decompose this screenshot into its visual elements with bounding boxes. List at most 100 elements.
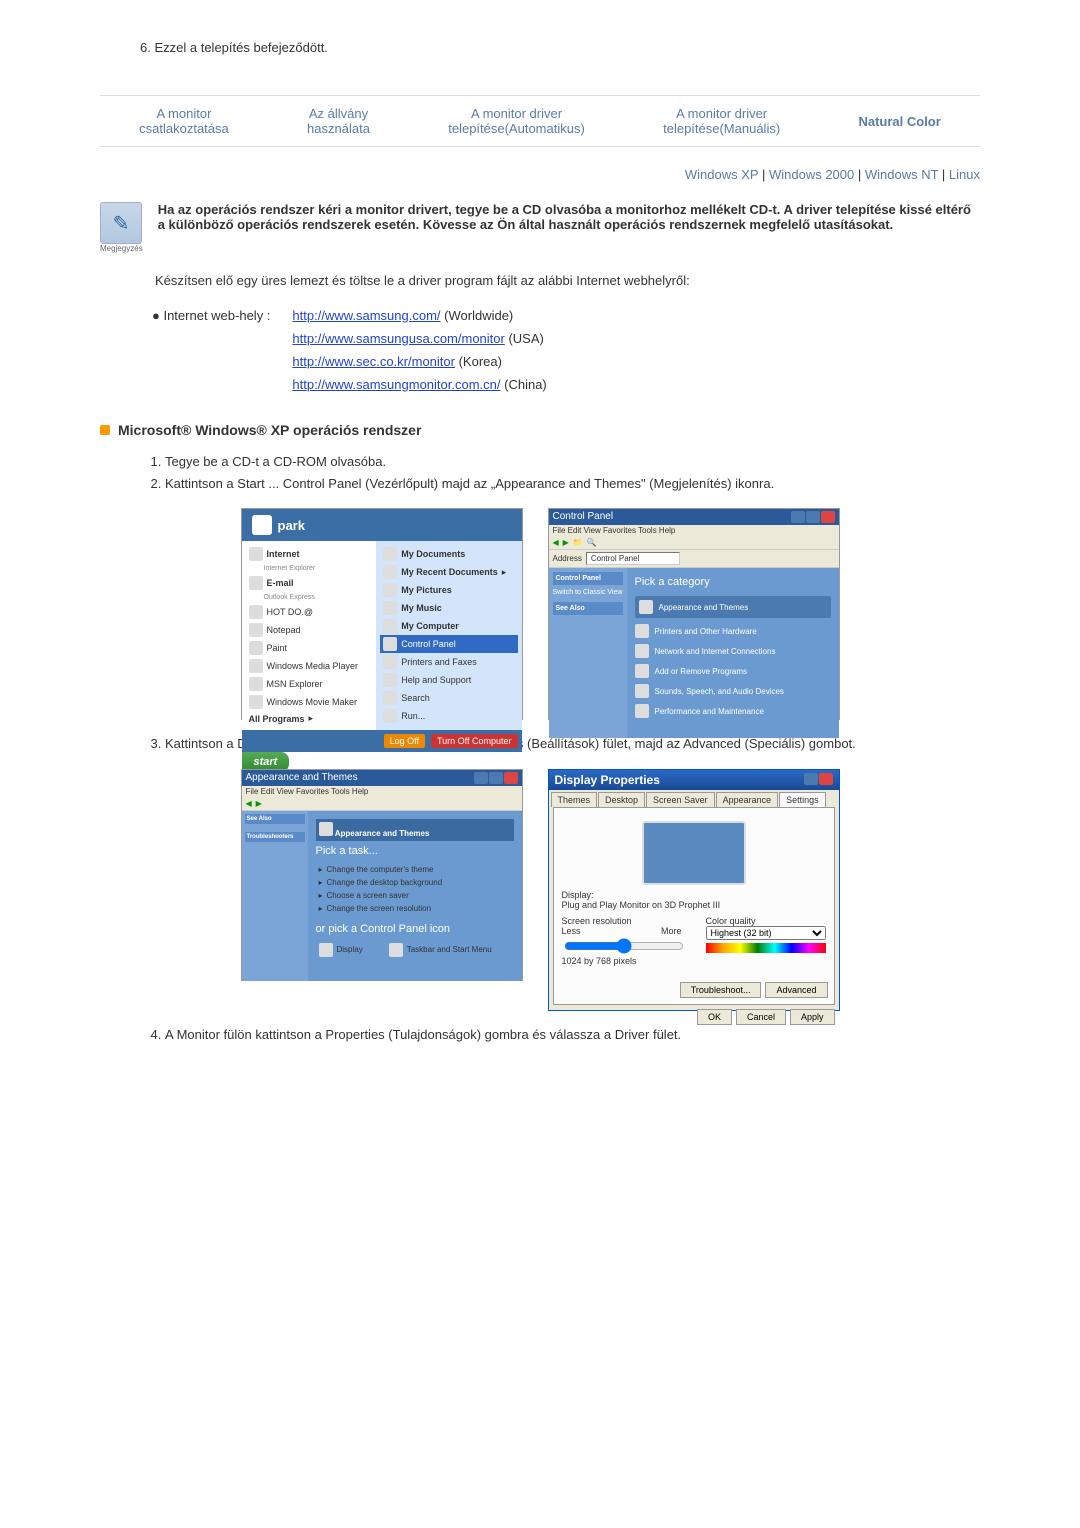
dp-tab-desktop[interactable]: Desktop — [598, 792, 645, 807]
ap-task-ss[interactable]: ▸ Choose a screen saver — [316, 889, 514, 902]
ap-display-icon[interactable]: Display — [316, 941, 366, 959]
cp-sidebar: Control Panel Switch to Classic View See… — [549, 568, 627, 738]
net-icon — [635, 644, 649, 658]
min-icon[interactable] — [474, 772, 488, 784]
link-windows-xp[interactable]: Windows XP — [685, 167, 758, 182]
troubleshoot-button[interactable]: Troubleshoot... — [680, 982, 762, 998]
info-text: Ha az operációs rendszer kéri a monitor … — [158, 202, 980, 232]
back-icon[interactable]: ◀ — [553, 538, 559, 547]
sm-item-paint[interactable]: Paint — [246, 639, 373, 657]
cp-category-label: Pick a category — [635, 576, 831, 588]
link-windows-2000[interactable]: Windows 2000 — [769, 167, 854, 182]
resolution-slider[interactable] — [564, 938, 684, 954]
step-num: 6. — [140, 40, 151, 55]
ap-task-res[interactable]: ▸ Change the screen resolution — [316, 902, 514, 915]
sm-item-email[interactable]: E-mail — [246, 574, 373, 592]
max-icon[interactable] — [806, 511, 820, 523]
link-samsung-korea[interactable]: http://www.sec.co.kr/monitor — [292, 354, 455, 369]
search-tb-icon[interactable]: 🔍 — [587, 538, 597, 547]
link-samsung-world[interactable]: http://www.samsung.com/ — [292, 308, 440, 323]
info-box: ✎ Megjegyzés Ha az operációs rendszer ké… — [100, 202, 980, 253]
close-icon[interactable] — [504, 772, 518, 784]
sm-item-msn[interactable]: MSN Explorer — [246, 675, 373, 693]
sm-item-printers[interactable]: Printers and Faxes — [380, 653, 517, 671]
sm-item-pictures[interactable]: My Pictures — [380, 581, 517, 599]
cp-main: Pick a category Appearance and Themes Pr… — [627, 568, 839, 738]
link-samsung-usa[interactable]: http://www.samsungusa.com/monitor — [292, 331, 504, 346]
link-linux[interactable]: Linux — [949, 167, 980, 182]
dp-tab-themes[interactable]: Themes — [551, 792, 598, 807]
tab-connect-monitor[interactable]: A monitorcsatlakoztatása — [139, 106, 229, 136]
sm-item-run[interactable]: Run... — [380, 707, 517, 725]
ok-button[interactable]: OK — [697, 1009, 732, 1025]
step-2: Kattintson a Start ... Control Panel (Ve… — [165, 475, 980, 493]
sound-icon — [635, 684, 649, 698]
max-icon[interactable] — [489, 772, 503, 784]
sm-item-music[interactable]: My Music — [380, 599, 517, 617]
close-icon[interactable] — [821, 511, 835, 523]
sm-item-notepad[interactable]: Notepad — [246, 621, 373, 639]
start-menu-screenshot: park Internet Internet Explorer E-mail O… — [241, 508, 523, 720]
section-title: Microsoft® Windows® XP operációs rendsze… — [118, 422, 421, 438]
turnoff-button[interactable]: Turn Off Computer — [431, 734, 518, 748]
ap-title-text: Appearance and Themes — [246, 772, 358, 784]
cp-switch-classic[interactable]: Switch to Classic View — [553, 589, 623, 596]
sm-item-allprograms[interactable]: All Programs ▸ — [246, 711, 373, 726]
note-icon: ✎ — [100, 202, 142, 244]
tab-natural-color[interactable]: Natural Color — [858, 114, 940, 129]
sm-item-hotdo[interactable]: HOT DO.@ — [246, 603, 373, 621]
tab-stand[interactable]: Az állványhasználata — [307, 106, 370, 136]
cp-printers[interactable]: Printers and Other Hardware — [635, 624, 831, 638]
cp-sounds[interactable]: Sounds, Speech, and Audio Devices — [635, 684, 831, 698]
close-icon[interactable] — [819, 773, 833, 785]
forward-icon[interactable]: ▶ — [563, 538, 569, 547]
sm-item-mydocs[interactable]: My Documents — [380, 545, 517, 563]
sm-footer: Log Off Turn Off Computer — [242, 730, 522, 752]
color-quality-select[interactable]: Highest (32 bit) — [706, 926, 826, 940]
display-icon — [319, 943, 333, 957]
cp-performance[interactable]: Performance and Maintenance — [635, 704, 831, 718]
ap-task-theme[interactable]: ▸ Change the computer's theme — [316, 863, 514, 876]
sm-item-internet[interactable]: Internet — [246, 545, 373, 563]
logoff-button[interactable]: Log Off — [384, 734, 425, 748]
sm-item-controlpanel[interactable]: Control Panel — [380, 635, 517, 653]
ap-menu[interactable]: File Edit View Favorites Tools Help — [242, 786, 522, 797]
sm-item-help[interactable]: Help and Support — [380, 671, 517, 689]
address-field[interactable]: Control Panel — [586, 552, 680, 565]
sm-item-moviemaker[interactable]: Windows Movie Maker — [246, 693, 373, 711]
up-icon[interactable]: 📁 — [573, 538, 583, 547]
apply-button[interactable]: Apply — [790, 1009, 835, 1025]
dp-tab-screensaver[interactable]: Screen Saver — [646, 792, 715, 807]
link-windows-nt[interactable]: Windows NT — [865, 167, 938, 182]
sm-right-col: My Documents My Recent Documents ▸ My Pi… — [376, 541, 521, 730]
search-icon — [383, 691, 397, 705]
cp-menu[interactable]: File Edit View Favorites Tools Help — [549, 525, 839, 536]
sm-item-search[interactable]: Search — [380, 689, 517, 707]
forward-icon[interactable]: ▶ — [256, 799, 262, 808]
step-text: Ezzel a telepítés befejeződött. — [154, 40, 327, 55]
ap-taskbar-icon[interactable]: Taskbar and Start Menu — [386, 941, 495, 959]
cp-appearance-themes[interactable]: Appearance and Themes — [635, 596, 831, 618]
tab-driver-manual[interactable]: A monitor drivertelepítése(Manuális) — [663, 106, 780, 136]
ap-task-bg[interactable]: ▸ Change the desktop background — [316, 876, 514, 889]
dp-display-name: Plug and Play Monitor on 3D Prophet III — [562, 900, 826, 910]
link-samsung-china[interactable]: http://www.samsungmonitor.com.cn/ — [292, 377, 500, 392]
help-icon[interactable] — [804, 773, 818, 785]
hw-icon — [635, 624, 649, 638]
sm-item-mycomputer[interactable]: My Computer — [380, 617, 517, 635]
cp-network[interactable]: Network and Internet Connections — [635, 644, 831, 658]
sm-item-recent[interactable]: My Recent Documents ▸ — [380, 563, 517, 581]
folder-icon — [383, 547, 397, 561]
ap-pick-task: Pick a task... — [316, 845, 514, 857]
sm-left-col: Internet Internet Explorer E-mail Outloo… — [242, 541, 377, 730]
dp-tab-appearance[interactable]: Appearance — [716, 792, 779, 807]
sm-item-wmp[interactable]: Windows Media Player — [246, 657, 373, 675]
min-icon[interactable] — [791, 511, 805, 523]
tab-driver-auto[interactable]: A monitor drivertelepítése(Automatikus) — [448, 106, 585, 136]
advanced-button[interactable]: Advanced — [765, 982, 827, 998]
step-1: Tegye be a CD-t a CD-ROM olvasóba. — [165, 453, 980, 471]
cp-addremove[interactable]: Add or Remove Programs — [635, 664, 831, 678]
cancel-button[interactable]: Cancel — [736, 1009, 786, 1025]
dp-tab-settings[interactable]: Settings — [779, 792, 826, 807]
back-icon[interactable]: ◀ — [246, 799, 252, 808]
